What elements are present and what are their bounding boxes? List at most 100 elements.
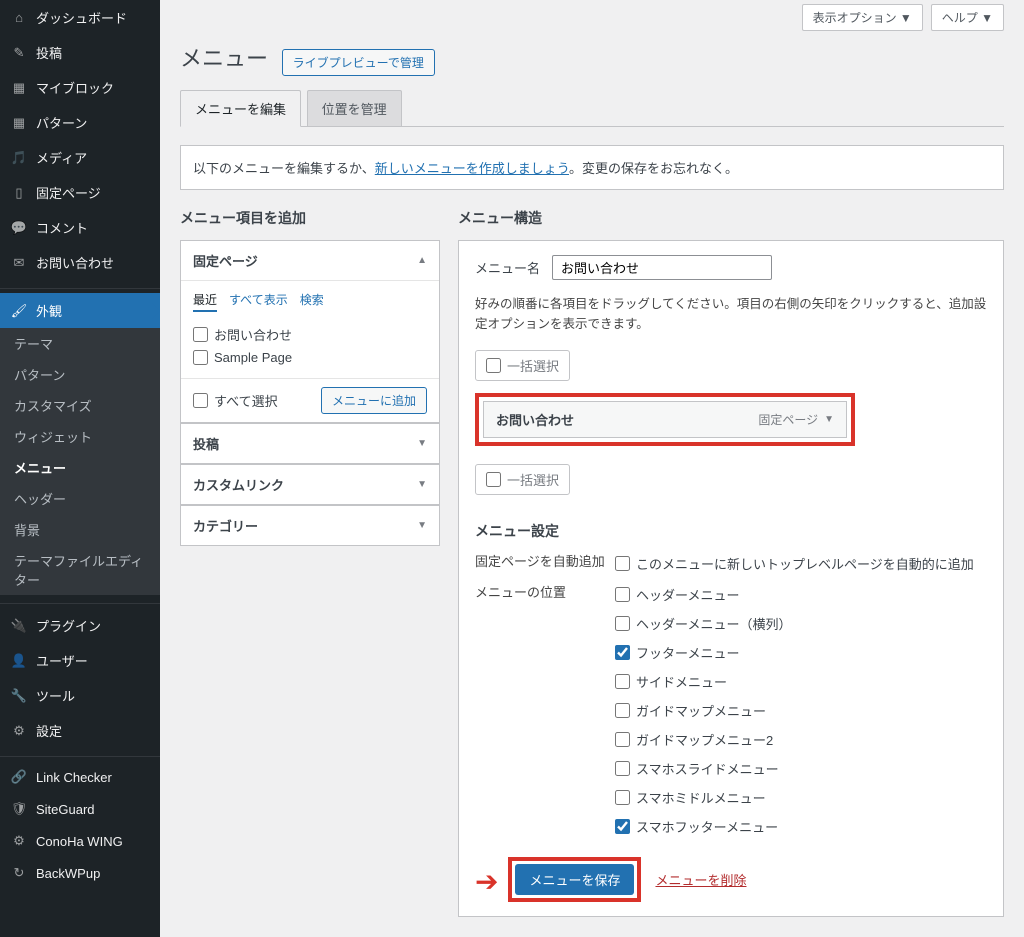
sidebar-item[interactable]: 🎵 メディア (0, 140, 160, 175)
menu-icon: ▯ (10, 185, 28, 201)
postbox-posts: 投稿▼ (180, 423, 440, 464)
sidebar-item[interactable]: ⚙設定 (0, 713, 160, 748)
live-preview-button[interactable]: ライブプレビューで管理 (282, 49, 435, 76)
menu-icon: 🔗 (10, 769, 28, 785)
sidebar-item[interactable]: ✉お問い合わせ (0, 245, 160, 280)
caret-up-icon: ▲ (417, 255, 427, 266)
auto-add-checkbox[interactable]: このメニューに新しいトップレベルページを自動的に追加 (615, 551, 974, 576)
sidebar-item-label: 固定ページ (36, 183, 101, 202)
caret-down-icon: ▼ (417, 438, 427, 449)
sidebar-item-label: お問い合わせ (36, 253, 114, 272)
sidebar-subitem[interactable]: テーマ (0, 328, 160, 359)
menu-name-input[interactable] (552, 255, 772, 280)
menu-item[interactable]: お問い合わせ 固定ページ▼ (483, 401, 847, 438)
sidebar-item[interactable]: ⌂ダッシュボード (0, 0, 160, 35)
menu-item-type: 固定ページ▼ (758, 411, 834, 428)
page-title: メニュー (180, 41, 268, 73)
menu-icon: 🛡 (10, 801, 28, 817)
structure-description: 好みの順番に各項目をドラッグしてください。項目の右側の矢印をクリックすると、追加… (475, 294, 987, 334)
sidebar-item[interactable]: 🔌プラグイン (0, 608, 160, 643)
menu-settings-heading: メニュー設定 (475, 521, 987, 541)
save-menu-button[interactable]: メニューを保存 (515, 864, 634, 895)
pages-tab-all[interactable]: すべて表示 (229, 291, 288, 312)
sidebar-item-label: メディア (36, 148, 87, 167)
sidebar-item[interactable]: 🔗 Link Checker (0, 761, 160, 793)
add-to-menu-button[interactable]: メニューに追加 (321, 387, 427, 414)
location-checkbox[interactable]: ヘッダーメニュー (615, 582, 791, 607)
admin-sidebar: ⌂ダッシュボード✎投稿▦マイブロック▦パターン 🎵 メディア ▯ 固定ページ 💬 コメント ✉… (0, 0, 160, 937)
sidebar-item-label: マイブロック (36, 78, 114, 97)
sidebar-item-appearance[interactable]: 🖌 外観 (0, 293, 160, 328)
sidebar-item-label: SiteGuard (36, 802, 95, 817)
postbox-pages: 固定ページ ▲ 最近 すべて表示 検索 お問い合わせSample Page (180, 240, 440, 423)
location-checkbox[interactable]: ヘッダーメニュー（横列） (615, 611, 791, 636)
auto-add-label: 固定ページを自動追加 (475, 551, 605, 570)
sidebar-item[interactable]: ⚙ConoHa WING (0, 825, 160, 857)
page-checkbox-item[interactable]: Sample Page (193, 347, 427, 368)
select-all-pages[interactable]: すべて選択 (193, 388, 278, 413)
sidebar-item[interactable]: ▯ 固定ページ (0, 175, 160, 210)
bulk-select-bottom[interactable]: 一括選択 (475, 464, 570, 495)
location-checkbox[interactable]: ガイドマップメニュー2 (615, 727, 791, 752)
delete-menu-link[interactable]: メニューを削除 (655, 870, 746, 889)
sidebar-item-label: コメント (36, 218, 88, 237)
tabs: メニューを編集 位置を管理 (180, 90, 1004, 127)
location-checkbox[interactable]: スマホスライドメニュー (615, 756, 791, 781)
brush-icon: 🖌 (10, 303, 28, 319)
save-button-highlight: メニューを保存 (508, 857, 641, 902)
sidebar-item[interactable]: ▦マイブロック (0, 70, 160, 105)
page-checkbox-item[interactable]: お問い合わせ (193, 322, 427, 347)
sidebar-subitem[interactable]: メニュー (0, 452, 160, 483)
sidebar-item-label: Link Checker (36, 770, 112, 785)
postbox-categories: カテゴリー▼ (180, 505, 440, 546)
menu-icon: 👤 (10, 653, 28, 669)
sidebar-subitem[interactable]: ウィジェット (0, 421, 160, 452)
location-checkbox[interactable]: サイドメニュー (615, 669, 791, 694)
create-new-menu-link[interactable]: 新しいメニューを作成しましょう (375, 161, 569, 176)
sidebar-item[interactable]: 💬 コメント (0, 210, 160, 245)
sidebar-subitem[interactable]: パターン (0, 359, 160, 390)
sidebar-item[interactable]: ✎投稿 (0, 35, 160, 70)
menu-icon: 🎵 (10, 150, 28, 166)
bulk-select-top[interactable]: 一括選択 (475, 350, 570, 381)
sidebar-item-label: ユーザー (36, 651, 88, 670)
pages-tab-recent[interactable]: 最近 (193, 291, 217, 312)
sidebar-subitem[interactable]: 背景 (0, 514, 160, 545)
main-content: 表示オプション ▼ ヘルプ ▼ メニュー ライブプレビューで管理 メニューを編集… (160, 0, 1024, 937)
postbox-custom-links-toggle[interactable]: カスタムリンク▼ (181, 465, 439, 504)
menu-item-highlight: お問い合わせ 固定ページ▼ (475, 393, 855, 446)
menu-icon: 💬 (10, 220, 28, 236)
help-button[interactable]: ヘルプ ▼ (931, 4, 1004, 31)
location-checkbox[interactable]: スマホミドルメニュー (615, 785, 791, 810)
menu-icon: ⚙ (10, 723, 28, 739)
location-checkbox[interactable]: フッターメニュー (615, 640, 791, 665)
postbox-pages-toggle[interactable]: 固定ページ ▲ (181, 241, 439, 281)
sidebar-subitem[interactable]: テーマファイルエディター (0, 545, 160, 595)
arrow-icon: ➔ (475, 865, 498, 898)
postbox-posts-toggle[interactable]: 投稿▼ (181, 424, 439, 463)
sidebar-item[interactable]: 🔧ツール (0, 678, 160, 713)
postbox-custom-links: カスタムリンク▼ (180, 464, 440, 505)
tab-manage-locations[interactable]: 位置を管理 (307, 90, 402, 126)
location-checkbox[interactable]: ガイドマップメニュー (615, 698, 791, 723)
pages-tab-search[interactable]: 検索 (300, 291, 324, 312)
caret-down-icon: ▼ (417, 520, 427, 531)
sidebar-item[interactable]: 🛡 SiteGuard (0, 793, 160, 825)
sidebar-item-label: ダッシュボード (36, 8, 127, 27)
postbox-categories-toggle[interactable]: カテゴリー▼ (181, 506, 439, 545)
sidebar-subitem[interactable]: カスタマイズ (0, 390, 160, 421)
sidebar-item[interactable]: ▦パターン (0, 105, 160, 140)
sidebar-item-label: 投稿 (36, 43, 62, 62)
tab-edit-menus[interactable]: メニューを編集 (180, 90, 301, 127)
caret-down-icon: ▼ (417, 479, 427, 490)
sidebar-item-label: パターン (36, 113, 87, 132)
screen-options-button[interactable]: 表示オプション ▼ (802, 4, 923, 31)
sidebar-item-label: ConoHa WING (36, 834, 123, 849)
sidebar-item-label: BackWPup (36, 866, 100, 881)
caret-down-icon: ▼ (824, 414, 834, 425)
menu-icon: ↻ (10, 865, 28, 881)
sidebar-item[interactable]: 👤 ユーザー (0, 643, 160, 678)
sidebar-subitem[interactable]: ヘッダー (0, 483, 160, 514)
sidebar-item[interactable]: ↻ BackWPup (0, 857, 160, 889)
location-checkbox[interactable]: スマホフッターメニュー (615, 814, 791, 839)
